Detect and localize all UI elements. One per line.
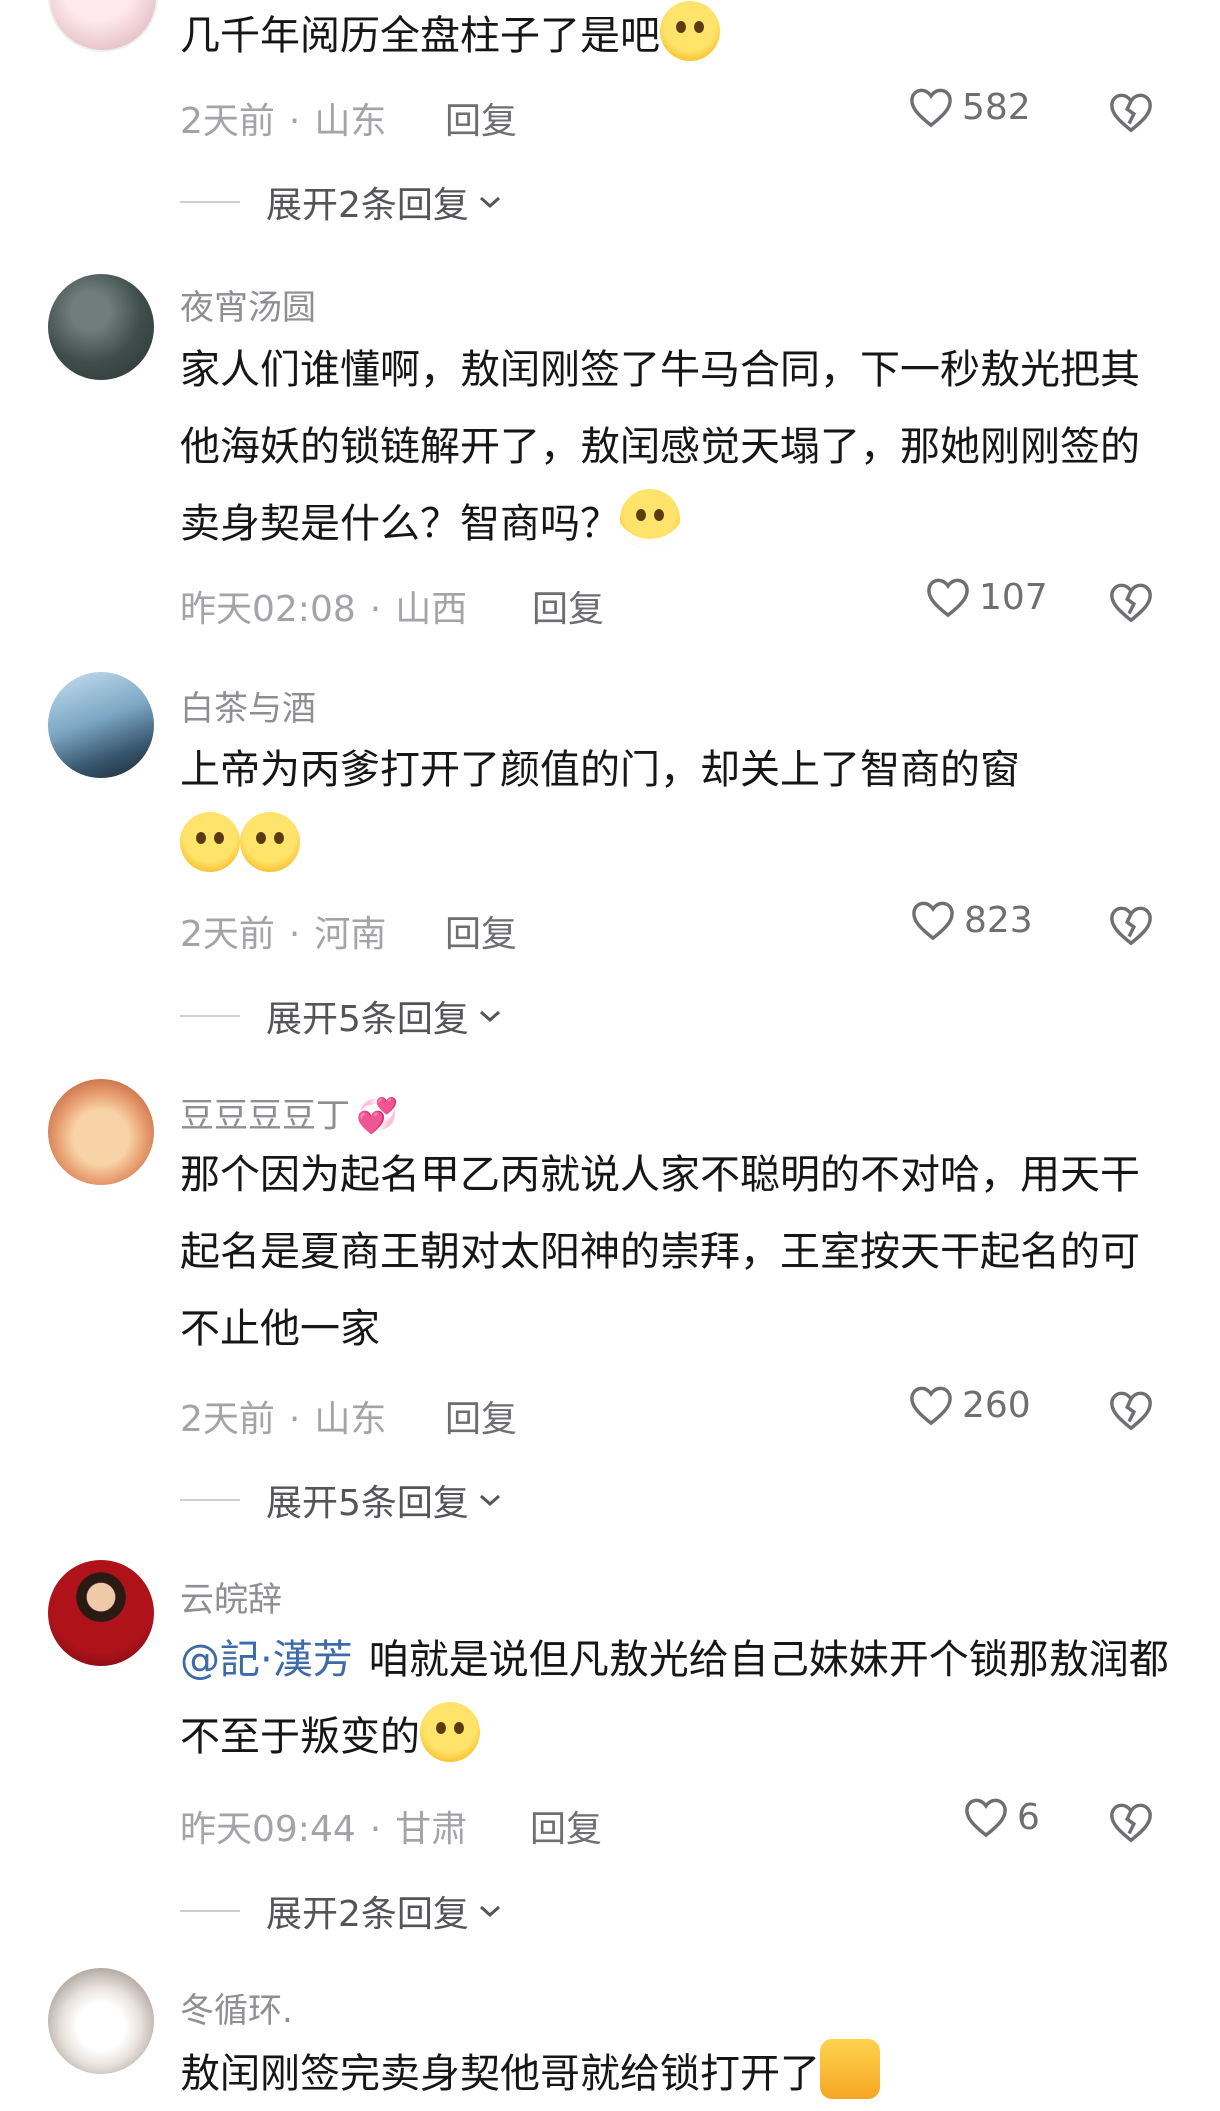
like-button[interactable]: 582 bbox=[908, 86, 1031, 128]
divider-line bbox=[180, 201, 240, 203]
like-button[interactable]: 260 bbox=[908, 1384, 1031, 1426]
comment-body: 那个因为起名甲乙丙就说人家不聪明的不对哈，用天干起名是夏商王朝对太阳神的崇拜，王… bbox=[180, 1137, 1170, 1368]
comment-location: 山东 bbox=[314, 101, 387, 142]
comment-body: 家人们谁懂啊，敖闰刚签了牛马合同，下一秒敖光把其他海妖的锁链解开了，敖闰感觉天塌… bbox=[180, 332, 1170, 563]
divider-line bbox=[180, 1499, 240, 1501]
meta-separator: · bbox=[288, 1399, 301, 1440]
comment-text: 几千年阅历全盘柱子了是吧 bbox=[180, 13, 660, 59]
avatar[interactable] bbox=[48, 1079, 154, 1185]
like-count: 582 bbox=[962, 86, 1031, 128]
reply-button[interactable]: 回复 bbox=[445, 92, 517, 144]
thumbs-up-emoji-icon bbox=[820, 2039, 880, 2099]
divider-line bbox=[180, 1910, 240, 1912]
expand-label: 展开2条回复 bbox=[266, 185, 469, 226]
broken-heart-icon bbox=[1110, 906, 1152, 946]
comment-text: 那个因为起名甲乙丙就说人家不聪明的不对哈，用天干起名是夏商王朝对太阳神的崇拜，王… bbox=[180, 1152, 1140, 1352]
dislike-button[interactable] bbox=[1108, 1388, 1154, 1432]
broken-heart-icon bbox=[1110, 1803, 1152, 1843]
like-button[interactable]: 107 bbox=[925, 576, 1048, 618]
chevron-down-icon bbox=[479, 1905, 500, 1918]
username[interactable]: 冬循环. bbox=[180, 1983, 293, 2032]
comment-meta: 2天前 · 山东 bbox=[180, 1390, 386, 1442]
comment-meta: 昨天02:08 · 山西 bbox=[180, 580, 467, 632]
username[interactable]: 云皖辞 bbox=[180, 1572, 282, 1621]
thinking-emoji-icon bbox=[660, 1, 720, 61]
heart-outline-icon bbox=[965, 1798, 1007, 1838]
username: 豆豆豆豆丁 bbox=[180, 1096, 350, 1136]
comment-body: 上帝为丙爹打开了颜值的门，却关上了智商的窗 bbox=[180, 732, 1170, 886]
username-with-badge[interactable]: 豆豆豆豆丁 💞 bbox=[180, 1088, 398, 1137]
meta-separator: · bbox=[288, 101, 301, 142]
comment-text: 敖闰刚签完卖身契他哥就给锁打开了 bbox=[180, 2051, 820, 2097]
like-count: 6 bbox=[1017, 1796, 1040, 1838]
dislike-button[interactable] bbox=[1108, 90, 1154, 134]
reply-button[interactable]: 回复 bbox=[530, 1800, 602, 1852]
expand-replies-button[interactable]: 展开2条回复 bbox=[180, 176, 503, 228]
comment-meta: 2天前 · 山东 bbox=[180, 92, 386, 144]
heart-outline-icon bbox=[910, 1386, 952, 1426]
heart-outline-icon bbox=[910, 88, 952, 128]
meta-separator: · bbox=[288, 914, 301, 955]
comment-meta: 昨天09:44 · 甘肃 bbox=[180, 1800, 467, 1852]
broken-heart-icon bbox=[1110, 1391, 1152, 1431]
comment-time: 2天前 bbox=[180, 1399, 275, 1440]
username[interactable]: 夜宵汤圆 bbox=[180, 280, 316, 329]
meta-separator: · bbox=[369, 1809, 382, 1850]
comment-list: 几千年阅历全盘柱子了是吧 2天前 · 山东 回复 582 展开2条回复 夜宵汤圆 家… bbox=[0, 0, 1220, 2111]
hearts-emoji-icon: 💞 bbox=[356, 1096, 399, 1136]
user-mention-link[interactable]: @記·漢芳 bbox=[180, 1637, 353, 1683]
expand-replies-button[interactable]: 展开5条回复 bbox=[180, 1474, 503, 1526]
comment-time: 昨天02:08 bbox=[180, 589, 356, 630]
comment-location: 山西 bbox=[395, 589, 468, 630]
dislike-button[interactable] bbox=[1108, 1800, 1154, 1844]
broken-heart-icon bbox=[1110, 583, 1152, 623]
expand-replies-button[interactable]: 展开5条回复 bbox=[180, 990, 503, 1042]
username[interactable]: 白茶与酒 bbox=[180, 681, 316, 730]
laugh-cry-emoji-icon bbox=[180, 812, 240, 872]
dislike-button[interactable] bbox=[1108, 903, 1154, 947]
reply-button[interactable]: 回复 bbox=[445, 905, 517, 957]
comment-text: 上帝为丙爹打开了颜值的门，却关上了智商的窗 bbox=[180, 747, 1020, 793]
like-button[interactable]: 6 bbox=[963, 1796, 1040, 1838]
like-button[interactable]: 823 bbox=[910, 899, 1033, 941]
crying-emoji-icon bbox=[420, 1702, 480, 1762]
like-count: 823 bbox=[964, 899, 1033, 941]
comment-body: 敖闰刚签完卖身契他哥就给锁打开了 bbox=[180, 2036, 1170, 2111]
grin-sweat-emoji-icon bbox=[620, 489, 680, 549]
like-count: 107 bbox=[979, 576, 1048, 618]
heart-outline-icon bbox=[927, 578, 969, 618]
comment-time: 2天前 bbox=[180, 101, 275, 142]
comment-body: @記·漢芳 咱就是说但凡敖光给自己妹妹开个锁那敖润都不至于叛变的 bbox=[180, 1622, 1170, 1776]
like-count: 260 bbox=[962, 1384, 1031, 1426]
avatar[interactable] bbox=[48, 274, 154, 380]
comment-meta: 2天前 · 河南 bbox=[180, 905, 386, 957]
expand-label: 展开5条回复 bbox=[266, 999, 469, 1040]
avatar[interactable] bbox=[48, 0, 158, 52]
reply-button[interactable]: 回复 bbox=[445, 1390, 517, 1442]
expand-label: 展开5条回复 bbox=[266, 1483, 469, 1524]
comment-time: 2天前 bbox=[180, 914, 275, 955]
comment-body: 几千年阅历全盘柱子了是吧 bbox=[180, 0, 1170, 75]
heart-outline-icon bbox=[912, 901, 954, 941]
dislike-button[interactable] bbox=[1108, 580, 1154, 624]
chevron-down-icon bbox=[479, 1494, 500, 1507]
comment-location: 河南 bbox=[314, 914, 387, 955]
broken-heart-icon bbox=[1110, 93, 1152, 133]
expand-replies-button[interactable]: 展开2条回复 bbox=[180, 1885, 503, 1937]
avatar[interactable] bbox=[48, 1968, 154, 2074]
comment-location: 山东 bbox=[314, 1399, 387, 1440]
reply-button[interactable]: 回复 bbox=[532, 580, 604, 632]
chevron-down-icon bbox=[479, 196, 500, 209]
comment-time: 昨天09:44 bbox=[180, 1809, 356, 1850]
avatar[interactable] bbox=[48, 1560, 154, 1666]
avatar[interactable] bbox=[48, 672, 154, 778]
expand-label: 展开2条回复 bbox=[266, 1894, 469, 1935]
comment-location: 甘肃 bbox=[395, 1809, 468, 1850]
divider-line bbox=[180, 1015, 240, 1017]
laugh-cry-emoji-icon bbox=[240, 812, 300, 872]
chevron-down-icon bbox=[479, 1010, 500, 1023]
meta-separator: · bbox=[369, 589, 382, 630]
